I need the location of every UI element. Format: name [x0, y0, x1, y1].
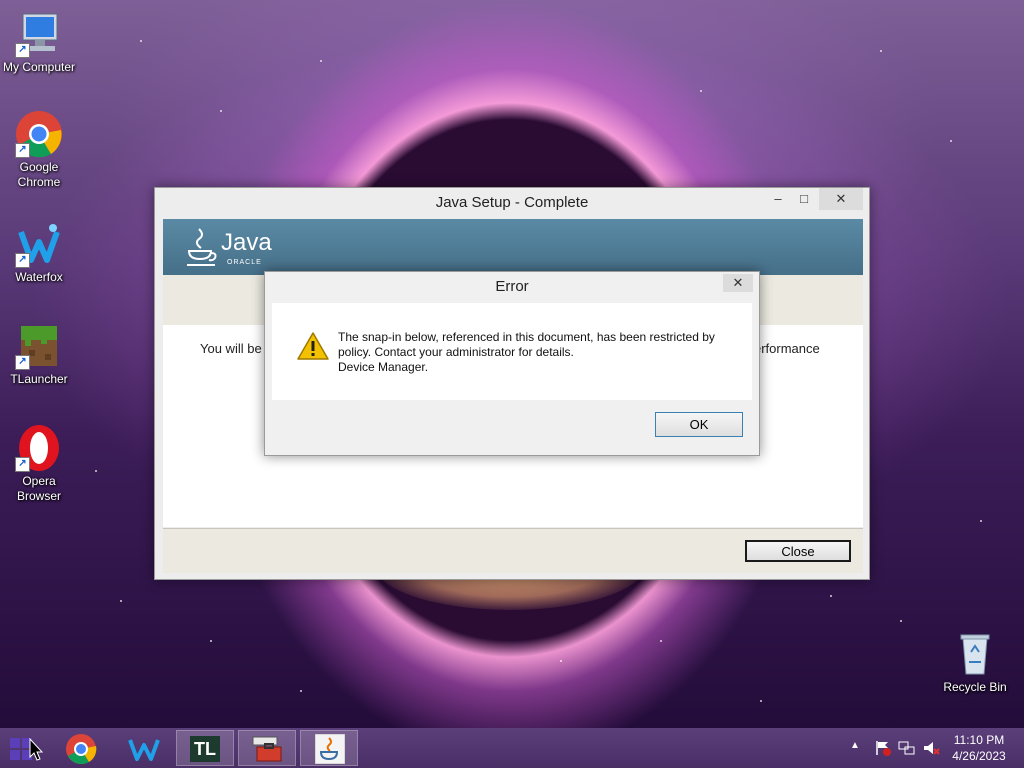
error-message-line: Device Manager.: [338, 360, 429, 374]
desktop-icon-opera[interactable]: ↗ Opera Browser: [1, 424, 77, 504]
tlauncher-icon: TL: [190, 736, 220, 762]
toolbox-icon: [252, 736, 282, 762]
desktop-icon-label: Opera Browser: [16, 474, 61, 503]
desktop-icon-label: My Computer: [2, 60, 76, 74]
star: [880, 50, 882, 52]
volume-muted-icon[interactable]: [922, 740, 940, 756]
desktop-icon-label: Waterfox: [15, 270, 63, 284]
taskbar-app-java-setup[interactable]: [300, 730, 358, 766]
java-cup-icon: [187, 228, 217, 266]
dialog-title: Error: [495, 278, 529, 295]
desktop-icon-label: TLauncher: [10, 372, 68, 386]
star: [95, 470, 97, 472]
clock-time: 11:10 PM: [953, 733, 1005, 747]
desktop-icon-label: Google Chrome: [17, 160, 61, 189]
error-dialog: Error ✕ The snap-in below, referenced in…: [264, 271, 760, 456]
shortcut-arrow-icon: ↗: [15, 457, 30, 472]
star: [900, 620, 902, 622]
recycle-bin-icon: [951, 630, 999, 678]
close-button[interactable]: Close: [745, 540, 851, 562]
desktop-icon-recycle-bin[interactable]: Recycle Bin: [937, 630, 1013, 695]
star: [140, 40, 142, 42]
shortcut-arrow-icon: ↗: [15, 355, 30, 370]
oracle-logo-text: ORACLE: [227, 259, 262, 266]
warning-icon: [297, 332, 329, 360]
taskbar-app-toolbox[interactable]: [238, 730, 296, 766]
java-banner: Java ORACLE: [163, 219, 863, 275]
taskbar-app-tlauncher[interactable]: TL: [176, 730, 234, 766]
tray-overflow-chevron[interactable]: ▲: [850, 740, 860, 751]
desktop: ↗ My Computer ↗ Google Chrome ↗ Waterfox: [0, 0, 1024, 728]
ok-button[interactable]: OK: [655, 412, 743, 437]
desktop-icon-label: Recycle Bin: [943, 680, 1007, 694]
network-icon[interactable]: [898, 740, 916, 756]
error-titlebar: Error ✕: [265, 272, 759, 302]
desktop-icon-my-computer[interactable]: ↗ My Computer: [1, 10, 77, 75]
shortcut-arrow-icon: ↗: [15, 253, 30, 268]
window-close-button[interactable]: ✕: [819, 188, 863, 210]
desktop-icon-waterfox[interactable]: ↗ Waterfox: [1, 220, 77, 285]
chrome-icon: ↗: [15, 110, 63, 158]
java-body-text-right: erformance: [754, 341, 820, 356]
star: [220, 110, 222, 112]
dialog-close-button[interactable]: ✕: [723, 274, 753, 292]
error-message-line: The snap-in below, referenced in this do…: [338, 330, 715, 344]
star: [320, 60, 322, 62]
opera-icon: ↗: [15, 424, 63, 472]
taskbar-app-chrome[interactable]: [54, 730, 112, 766]
star: [300, 690, 302, 692]
chrome-icon: [66, 734, 97, 765]
error-message: The snap-in below, referenced in this do…: [338, 330, 715, 375]
minimize-button[interactable]: –: [767, 188, 789, 210]
star: [120, 600, 122, 602]
desktop-icon-tlauncher[interactable]: ↗ TLauncher: [1, 322, 77, 387]
taskbar-app-waterfox[interactable]: [116, 730, 174, 766]
star: [830, 595, 832, 597]
desktop-icon-google-chrome[interactable]: ↗ Google Chrome: [1, 110, 77, 190]
mouse-cursor-icon: [29, 738, 44, 761]
error-message-area: The snap-in below, referenced in this do…: [272, 303, 752, 400]
error-message-line: policy. Contact your administrator for d…: [338, 345, 574, 359]
clock-date: 4/26/2023: [952, 749, 1006, 763]
my-computer-icon: ↗: [15, 10, 63, 58]
grass-block-icon: ↗: [15, 322, 63, 370]
java-logo-text: Java: [221, 229, 272, 256]
star: [950, 140, 952, 142]
star: [660, 640, 662, 642]
maximize-button[interactable]: □: [793, 188, 815, 210]
window-title: Java Setup - Complete: [435, 194, 589, 211]
star: [760, 700, 762, 702]
waterfox-icon: [128, 739, 160, 761]
shortcut-arrow-icon: ↗: [15, 143, 30, 158]
start-button[interactable]: [0, 730, 50, 766]
shortcut-arrow-icon: ↗: [15, 43, 30, 58]
star: [980, 520, 982, 522]
java-window-titlebar: Java Setup - Complete – □ ✕: [155, 188, 869, 218]
star: [210, 640, 212, 642]
action-center-flag-icon[interactable]: [874, 740, 892, 756]
taskbar: TL ▲ 11:10 PM 4/26/2023: [0, 728, 1024, 768]
star: [700, 90, 702, 92]
system-clock[interactable]: 11:10 PM 4/26/2023: [948, 732, 1010, 764]
waterfox-icon: ↗: [15, 220, 63, 268]
java-cup-icon: [315, 734, 345, 764]
star: [560, 660, 562, 662]
java-body-text: You will be: [200, 341, 262, 356]
